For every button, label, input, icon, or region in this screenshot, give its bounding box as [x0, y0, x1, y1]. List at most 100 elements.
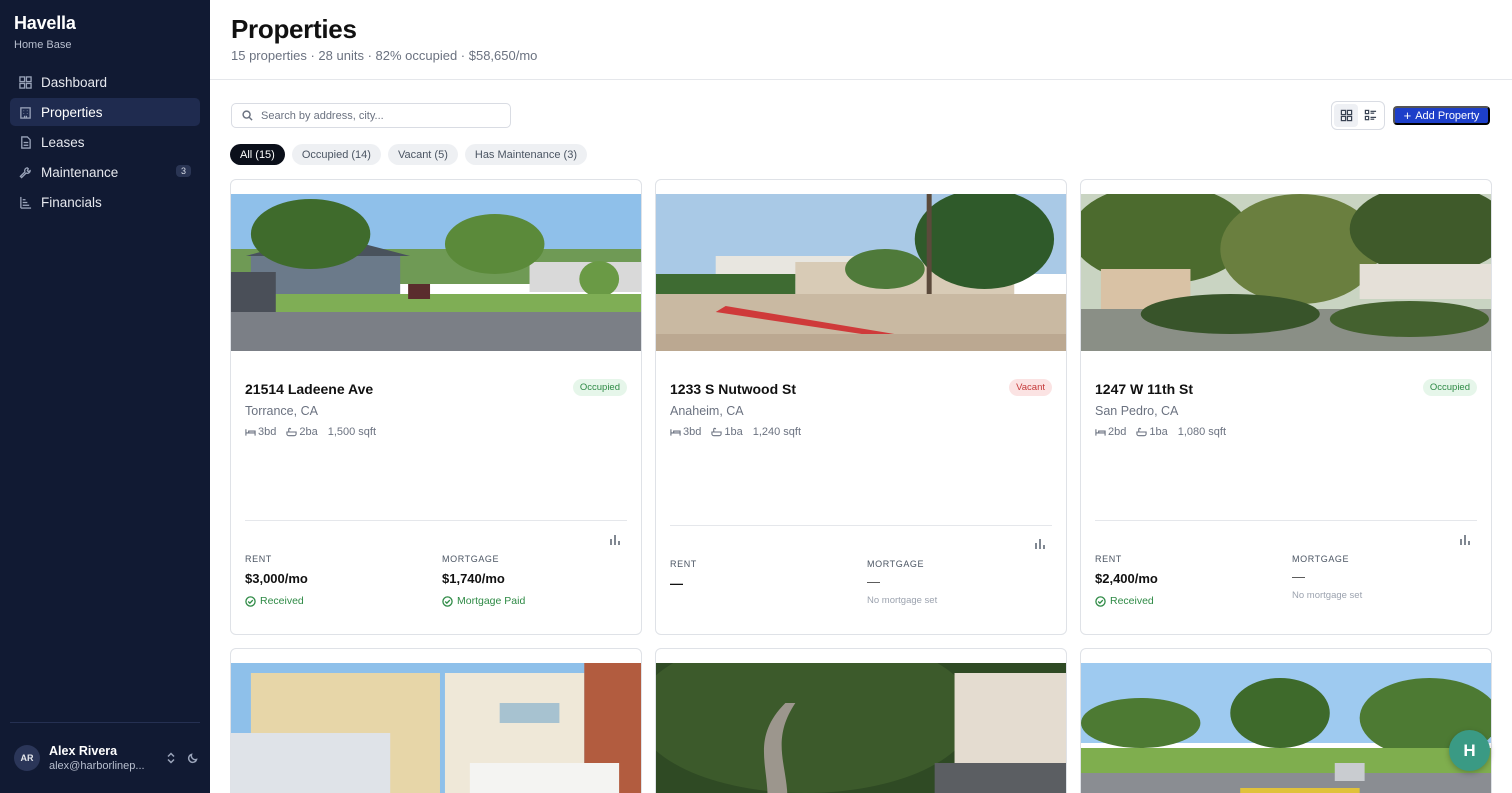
- document-icon: [19, 135, 32, 149]
- rent-section: RENT $2,400/mo Received: [1095, 554, 1158, 607]
- property-photo: [656, 663, 1066, 793]
- mortgage-label: MORTGAGE: [1292, 554, 1350, 564]
- grid-icon: [1340, 109, 1352, 122]
- property-card[interactable]: 1247 W 11th St Occupied San Pedro, CA 2b…: [1080, 179, 1492, 635]
- rent-value: —: [670, 576, 683, 591]
- page-header: Properties 15 properties · 28 units · 82…: [210, 0, 1512, 80]
- avatar: AR: [14, 745, 40, 771]
- bath-icon: [711, 427, 722, 437]
- sidebar-item-financials[interactable]: Financials: [10, 188, 200, 216]
- dashboard-icon: [19, 75, 32, 89]
- search-input[interactable]: [261, 109, 510, 122]
- property-card[interactable]: [1080, 648, 1492, 793]
- mortgage-section: MORTGAGE — No mortgage set: [1292, 554, 1362, 601]
- search-icon: [242, 110, 253, 121]
- check-circle-icon: [442, 595, 453, 607]
- sidebar-item-label: Dashboard: [41, 74, 108, 90]
- user-email: alex@harborlinep...: [49, 760, 145, 772]
- bath-icon: [286, 427, 297, 437]
- sidebar-item-maintenance[interactable]: Maintenance 3: [10, 158, 200, 186]
- property-city: Torrance, CA: [245, 404, 318, 418]
- property-card[interactable]: 1233 S Nutwood St Vacant Anaheim, CA 3bd…: [655, 179, 1067, 635]
- beds: 2bd: [1108, 426, 1127, 438]
- property-photo: [1081, 194, 1491, 351]
- filter-vacant[interactable]: Vacant (5): [387, 144, 458, 165]
- list-view-button[interactable]: [1358, 104, 1382, 127]
- building-icon: [19, 106, 32, 119]
- beds: 3bd: [258, 426, 277, 438]
- sidebar-item-properties[interactable]: Properties: [10, 98, 200, 126]
- status-badge: Occupied: [572, 379, 627, 396]
- app-name: Havella: [14, 13, 76, 33]
- bar-chart-icon[interactable]: [609, 533, 621, 545]
- card-divider: [245, 520, 627, 521]
- rent-status-label: Received: [1110, 595, 1154, 607]
- mortgage-note: No mortgage set: [1292, 590, 1363, 601]
- plus-icon: +: [1403, 108, 1412, 123]
- sidebar-item-label: Properties: [41, 104, 103, 120]
- add-property-label: Add Property: [1415, 109, 1480, 122]
- mortgage-label: MORTGAGE: [442, 554, 500, 564]
- status-badge: Vacant: [1009, 379, 1052, 396]
- property-card[interactable]: [230, 648, 642, 793]
- user-menu[interactable]: AR Alex Rivera alex@harborlinep...: [14, 741, 200, 775]
- sidebar-item-label: Leases: [41, 134, 85, 150]
- status-badge: Occupied: [1422, 379, 1477, 396]
- filter-occupied[interactable]: Occupied (14): [291, 144, 381, 165]
- bar-chart-icon[interactable]: [1034, 537, 1046, 549]
- property-card[interactable]: [655, 648, 1067, 793]
- property-address: 21514 Ladeene Ave: [245, 381, 374, 397]
- property-city: San Pedro, CA: [1095, 404, 1179, 418]
- bed-icon: [1095, 427, 1106, 437]
- page-title: Properties: [231, 14, 357, 44]
- beds: 3bd: [683, 426, 702, 438]
- user-name: Alex Rivera: [49, 744, 118, 758]
- bar-chart-icon[interactable]: [1459, 533, 1471, 545]
- rent-section: RENT $3,000/mo Received: [245, 554, 308, 607]
- sidebar-item-leases[interactable]: Leases: [10, 128, 200, 156]
- rent-status: Received: [1095, 595, 1158, 607]
- property-address: 1247 W 11th St: [1095, 381, 1194, 397]
- moon-icon[interactable]: [186, 751, 200, 765]
- chevrons-up-down-icon[interactable]: [164, 751, 178, 765]
- brand[interactable]: Havella Home Base: [14, 13, 76, 51]
- rent-label: RENT: [245, 554, 272, 564]
- rent-value: $2,400/mo: [1095, 571, 1158, 586]
- baths: 1ba: [1149, 426, 1168, 438]
- maintenance-count-badge: 3: [175, 165, 191, 177]
- mortgage-label: MORTGAGE: [867, 559, 925, 569]
- sqft: 1,240 sqft: [752, 426, 802, 438]
- sidebar-item-dashboard[interactable]: Dashboard: [10, 68, 200, 96]
- sidebar-item-label: Financials: [41, 194, 102, 210]
- mortgage-value: —: [1292, 569, 1305, 584]
- app-subtitle: Home Base: [14, 39, 72, 51]
- sidebar-item-label: Maintenance: [41, 164, 119, 180]
- mortgage-value: $1,740/mo: [442, 571, 505, 586]
- search-box[interactable]: [231, 103, 511, 128]
- mortgage-note: No mortgage set: [867, 595, 938, 606]
- sidebar-nav: Dashboard Properties Leases Maintenance …: [10, 68, 200, 218]
- bath-icon: [1136, 427, 1147, 437]
- bar-chart-icon: [19, 196, 32, 209]
- property-photo: [231, 663, 641, 793]
- check-circle-icon: [245, 595, 256, 607]
- mortgage-status: Mortgage Paid: [442, 595, 525, 607]
- card-divider: [670, 525, 1052, 526]
- sqft: 1,080 sqft: [1177, 426, 1227, 438]
- bed-icon: [245, 427, 256, 437]
- filter-has-maintenance[interactable]: Has Maintenance (3): [464, 144, 587, 165]
- rent-label: RENT: [1095, 554, 1122, 564]
- help-fab[interactable]: H: [1449, 730, 1490, 771]
- mortgage-section: MORTGAGE $1,740/mo Mortgage Paid: [442, 554, 525, 607]
- rent-status: Received: [245, 595, 308, 607]
- grid-view-button[interactable]: [1334, 104, 1358, 127]
- property-photo: [656, 194, 1066, 351]
- list-icon: [1364, 109, 1376, 121]
- filter-all[interactable]: All (15): [230, 144, 285, 165]
- property-card[interactable]: 21514 Ladeene Ave Occupied Torrance, CA …: [230, 179, 642, 635]
- bed-icon: [670, 427, 681, 437]
- mortgage-value: —: [867, 574, 880, 589]
- rent-status-label: Received: [260, 595, 304, 607]
- add-property-button[interactable]: + Add Property: [1393, 106, 1490, 125]
- check-circle-icon: [1095, 595, 1106, 607]
